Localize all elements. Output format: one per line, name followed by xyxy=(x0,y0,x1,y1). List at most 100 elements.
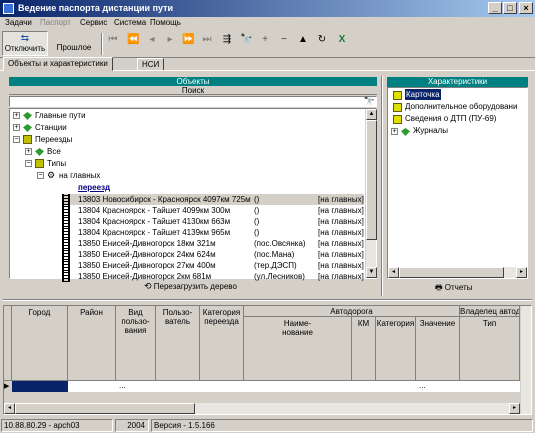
col-type[interactable]: Тип xyxy=(460,317,520,381)
scroll-left-icon[interactable]: ◂ xyxy=(4,403,15,414)
disconnect-icon: ⇆ xyxy=(20,33,30,44)
up-icon[interactable]: ▲ xyxy=(297,34,309,46)
col-road-category[interactable]: Категория xyxy=(376,317,416,381)
find-icon[interactable]: 🔭 xyxy=(240,34,252,46)
reload-tree-button[interactable]: ⟲ Перезагрузить дерево xyxy=(144,281,237,292)
table-cell-city[interactable] xyxy=(12,381,68,392)
col-group-road: Автодорога xyxy=(244,306,460,317)
tree-crossings[interactable]: Переезды xyxy=(35,134,72,145)
panel-splitter[interactable] xyxy=(381,76,383,296)
col-district[interactable]: Район xyxy=(68,306,116,381)
search-input[interactable]: 🔭 xyxy=(9,96,377,107)
status-bar: 10.88.80.29 - apch03 2004 Версия - 1.5.1… xyxy=(0,418,535,433)
add-icon[interactable]: + xyxy=(259,34,271,46)
col-crossing-category[interactable]: Категория переезда xyxy=(200,306,244,381)
tab-objects[interactable]: Объекты и характеристики xyxy=(3,57,113,71)
collapse-icon[interactable]: − xyxy=(13,136,20,143)
reports-button[interactable]: 🖶 Отчеты xyxy=(435,282,472,296)
window-title: Ведение паспорта дистанции пути xyxy=(18,3,174,13)
char-item-card[interactable]: Карточка xyxy=(405,89,441,100)
next-record-icon[interactable]: ▸ xyxy=(164,34,176,46)
tree-types[interactable]: Типы xyxy=(47,158,66,169)
scroll-thumb[interactable] xyxy=(366,120,377,240)
excel-icon[interactable]: X xyxy=(336,34,348,46)
first-record-icon[interactable]: ⏮ xyxy=(107,34,119,46)
scroll-up-icon[interactable]: ▲ xyxy=(366,109,377,120)
grid-hscroll-thumb[interactable] xyxy=(15,403,195,414)
app-icon xyxy=(3,3,14,14)
list-item[interactable]: 13804 Красноярск - Тайшет 4139км 965м () [… xyxy=(62,227,364,238)
hscroll-thumb[interactable] xyxy=(399,267,504,278)
char-item-equipment[interactable]: Дополнительное оборудовани xyxy=(405,101,517,112)
crossing-note: () xyxy=(254,206,260,215)
menu-bar: Задачи Паспорт Сервис Система Помощь xyxy=(0,17,535,30)
previous-button[interactable]: Прошлое xyxy=(53,43,95,52)
tree-on-main[interactable]: на главных xyxy=(59,170,100,181)
menu-passport[interactable]: Паспорт xyxy=(40,18,71,27)
refresh-icon[interactable]: ↻ xyxy=(316,34,328,46)
col-value[interactable]: Значение xyxy=(416,317,460,381)
disconnect-button[interactable]: ⇆ Отключить xyxy=(2,31,48,56)
expand-icon[interactable]: + xyxy=(391,128,398,135)
grid-scrollbar[interactable] xyxy=(520,306,531,414)
next-page-icon[interactable]: ⏩ xyxy=(182,34,194,46)
col-km[interactable]: КМ xyxy=(352,317,376,381)
expand-icon[interactable]: + xyxy=(25,148,32,155)
objects-scrollbar[interactable]: ▲ ▼ xyxy=(365,109,377,278)
scroll-down-icon[interactable]: ▼ xyxy=(366,267,377,278)
collapse-icon[interactable]: − xyxy=(37,172,44,179)
last-record-icon[interactable]: ⏭ xyxy=(201,34,213,46)
menu-system[interactable]: Система xyxy=(114,18,146,27)
col-user[interactable]: Пользо- ватель xyxy=(156,306,200,381)
tree-main-tracks[interactable]: Главные пути xyxy=(35,110,86,121)
list-item[interactable]: 13804 Красноярск - Тайшет 4099км 300м () [… xyxy=(62,205,364,216)
tree-all[interactable]: Все xyxy=(47,146,61,157)
list-item[interactable]: 13803 Новосибирск - Красноярск 4097км 72… xyxy=(62,194,364,205)
prev-record-icon[interactable]: ◂ xyxy=(146,34,158,46)
expand-icon[interactable]: + xyxy=(13,112,20,119)
collapse-icon[interactable]: − xyxy=(25,160,32,167)
list-item[interactable]: 13850 Енисей-Дивногорск 24км 624м (пос.Ма… xyxy=(62,249,364,260)
char-item-dtp[interactable]: Сведения о ДТП (ПУ-69) xyxy=(405,113,496,124)
table-cell-value[interactable]: ... xyxy=(419,381,426,390)
minimize-button[interactable]: _ xyxy=(488,2,502,14)
railway-crossing-icon xyxy=(62,216,70,227)
characteristics-hscrollbar[interactable]: ◂ ▸ xyxy=(388,267,527,278)
char-item-journals[interactable]: Журналы xyxy=(413,125,448,136)
list-item[interactable]: 13850 Енисей-Дивногорск 18км 321м (пос.Ов… xyxy=(62,238,364,249)
list-item[interactable]: 13850 Енисей-Дивногорск 27км 400м (тер.ДЭ… xyxy=(62,260,364,271)
prev-page-icon[interactable]: ⏪ xyxy=(127,34,139,46)
maximize-button[interactable]: □ xyxy=(503,2,517,14)
menu-service[interactable]: Сервис xyxy=(80,18,107,27)
col-usage-type[interactable]: Вид пользо- вания xyxy=(116,306,156,381)
table-cell-usage[interactable]: ... xyxy=(119,381,126,390)
status-host: 10.88.80.29 - apch03 xyxy=(1,419,113,432)
filter-icon[interactable]: ⇶ xyxy=(221,34,233,46)
list-item[interactable]: 13804 Красноярск - Тайшет 4130км 663м () [… xyxy=(62,216,364,227)
objects-tree[interactable]: + Главные пути + Станции − Переезды + Вс… xyxy=(9,108,377,282)
binoculars-icon[interactable]: 🔭 xyxy=(364,97,375,106)
title-bar: Ведение паспорта дистанции пути _ □ × xyxy=(0,0,535,17)
table-row[interactable]: ▶ ... ... xyxy=(4,381,520,392)
tree-stations[interactable]: Станции xyxy=(35,122,67,133)
tree-open-folder-icon xyxy=(35,159,44,168)
dtp-icon xyxy=(393,115,402,124)
col-road-name[interactable]: Наиме- нование xyxy=(244,317,352,381)
scroll-right-icon[interactable]: ▸ xyxy=(509,403,520,414)
crossing-note: (пос.Мана) xyxy=(254,250,295,259)
menu-help[interactable]: Помощь xyxy=(150,18,181,27)
menu-tasks[interactable]: Задачи xyxy=(5,18,32,27)
close-button[interactable]: × xyxy=(519,2,533,14)
horizontal-splitter[interactable] xyxy=(3,299,532,301)
scroll-left-icon[interactable]: ◂ xyxy=(388,267,399,278)
search-label: Поиск xyxy=(9,86,377,95)
crossing-type: [на главных] xyxy=(318,228,364,237)
crossing-group-header: переезд xyxy=(78,183,111,192)
characteristics-tree[interactable]: Карточка Дополнительное оборудовани Свед… xyxy=(387,87,528,279)
grid-hscrollbar[interactable]: ◂ ▸ xyxy=(4,403,520,414)
data-grid[interactable]: Город Район Вид пользо- вания Пользо- ва… xyxy=(3,305,532,415)
col-city[interactable]: Город xyxy=(12,306,68,381)
scroll-right-icon[interactable]: ▸ xyxy=(516,267,527,278)
expand-icon[interactable]: + xyxy=(13,124,20,131)
delete-icon[interactable]: − xyxy=(278,34,290,46)
